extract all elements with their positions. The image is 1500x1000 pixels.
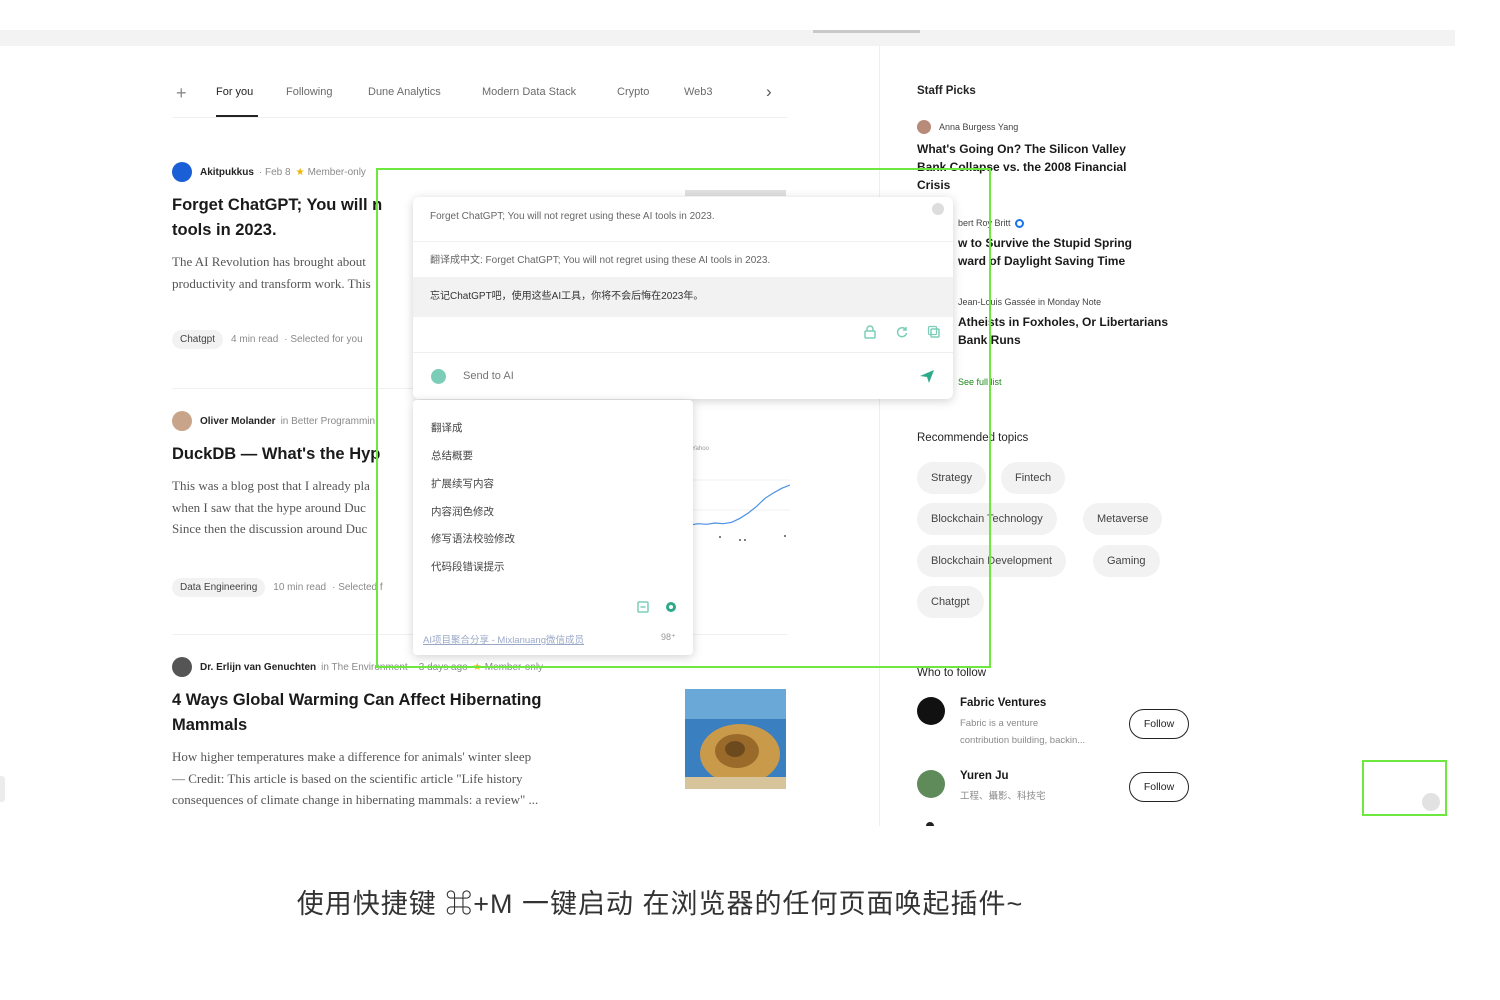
top-indicator xyxy=(813,30,920,33)
article-title-line: 4 Ways Global Warming Can Affect Hiberna… xyxy=(172,691,542,709)
follow-suggestion: Fabric Ventures Fabric is a venture cont… xyxy=(917,697,1197,747)
publish-date: · Feb 8 xyxy=(258,166,291,178)
avatar[interactable] xyxy=(172,411,192,431)
follow-desc-line: Fabric is a venture xyxy=(960,718,1039,729)
excerpt-line: — Credit: This article is based on the s… xyxy=(172,770,523,786)
selected-note: · Selected for you xyxy=(284,334,363,345)
avatar xyxy=(926,822,934,826)
member-only-badge: Member-only xyxy=(307,166,366,178)
caption-text: 使用快捷键 ⌘+M 一键启动 在浏览器的任何页面唤起插件~ xyxy=(296,889,1024,919)
active-tab-underline xyxy=(216,115,258,117)
topic-chip[interactable]: Metaverse xyxy=(1083,503,1163,535)
pick-title-line: ward of Daylight Saving Time xyxy=(958,254,1126,268)
verified-icon xyxy=(1014,218,1024,228)
browser-top-strip xyxy=(0,30,1455,46)
publication-name[interactable]: in Better Programmin xyxy=(281,416,375,427)
topic-chip[interactable]: Data Engineering xyxy=(172,577,266,597)
tab-crypto[interactable]: Crypto xyxy=(617,86,649,98)
follow-button[interactable]: Follow xyxy=(1129,772,1189,802)
pick-title-line: Atheists in Foxholes, Or Libertarians xyxy=(958,315,1169,329)
staff-pick-item[interactable]: Jean-Louis Gassée in Monday Note Atheist… xyxy=(958,297,1198,349)
article-title-line: Mammals xyxy=(172,716,248,734)
pick-title[interactable]: w to Survive the Stupid Spring ward of D… xyxy=(958,234,1198,270)
plugin-launcher-icon[interactable] xyxy=(1422,793,1440,811)
topic-chip[interactable]: Chatgpt xyxy=(172,330,224,349)
add-tab-icon[interactable]: + xyxy=(176,82,187,104)
tab-web3[interactable]: Web3 xyxy=(684,86,713,98)
who-to-follow-title: Who to follow xyxy=(917,667,987,679)
follow-suggestion: Yuren Ju 工程、攝影、科技宅 Follow xyxy=(917,770,1197,820)
pick-title-line: w to Survive the Stupid Spring xyxy=(958,236,1133,250)
article-title[interactable]: 4 Ways Global Warming Can Affect Hiberna… xyxy=(172,688,652,738)
article-excerpt[interactable]: How higher temperatures make a differenc… xyxy=(172,746,652,811)
follow-name[interactable]: Yuren Ju xyxy=(960,770,1009,782)
pick-author[interactable]: Anna Burgess Yang xyxy=(939,122,1018,132)
author-name[interactable]: Akitpukkus xyxy=(200,167,254,178)
avatar[interactable] xyxy=(917,770,945,798)
pick-title-line: Bank Runs xyxy=(958,333,1021,347)
avatar[interactable] xyxy=(172,162,192,182)
topic-chip[interactable]: Gaming xyxy=(1093,545,1160,577)
author-name[interactable]: Oliver Molander xyxy=(200,416,276,427)
follow-desc-line: contribution building, backin... xyxy=(960,735,1086,746)
excerpt-line: How higher temperatures make a differenc… xyxy=(172,749,532,764)
left-edge-handle[interactable] xyxy=(0,776,5,802)
pick-meta: bert Roy Britt xyxy=(958,218,1198,228)
read-time: 10 min read xyxy=(273,581,327,593)
pick-meta: Jean-Louis Gassée in Monday Note xyxy=(958,297,1198,307)
topic-chip[interactable]: Fintech xyxy=(1001,462,1066,494)
follow-button[interactable]: Follow xyxy=(1129,709,1189,739)
staff-picks-title: Staff Picks xyxy=(917,85,976,97)
avatar[interactable] xyxy=(917,120,931,134)
follow-name[interactable]: Fabric Ventures xyxy=(960,697,1046,709)
follow-description: 工程、攝影、科技宅 xyxy=(960,791,1046,802)
follow-description: Fabric is a venture contribution buildin… xyxy=(960,715,1120,749)
feed-tabs: + For you Following Dune Analytics Moder… xyxy=(172,82,788,118)
focus-highlight-frame xyxy=(376,168,991,668)
excerpt-line: consequences of climate change in hibern… xyxy=(172,792,539,807)
star-icon: ★ xyxy=(295,166,305,178)
pick-title[interactable]: Atheists in Foxholes, Or Libertarians Ba… xyxy=(958,313,1198,349)
tab-dune-analytics[interactable]: Dune Analytics xyxy=(368,86,441,98)
tab-for-you[interactable]: For you xyxy=(216,86,253,98)
pick-meta: Anna Burgess Yang xyxy=(917,120,1197,134)
pick-title-line: What's Going On? The Silicon Valley xyxy=(917,142,1126,156)
author-name[interactable]: Dr. Erlijn van Genuchten xyxy=(200,662,316,673)
avatar[interactable] xyxy=(917,697,945,725)
article-photo-thumbnail[interactable] xyxy=(685,689,786,789)
tab-following[interactable]: Following xyxy=(286,86,332,98)
read-time: 4 min read xyxy=(231,334,279,345)
chevron-right-icon[interactable]: › xyxy=(766,82,772,102)
tab-modern-data-stack[interactable]: Modern Data Stack xyxy=(482,86,576,98)
staff-pick-item[interactable]: bert Roy Britt w to Survive the Stupid S… xyxy=(958,218,1198,270)
avatar[interactable] xyxy=(172,657,192,677)
